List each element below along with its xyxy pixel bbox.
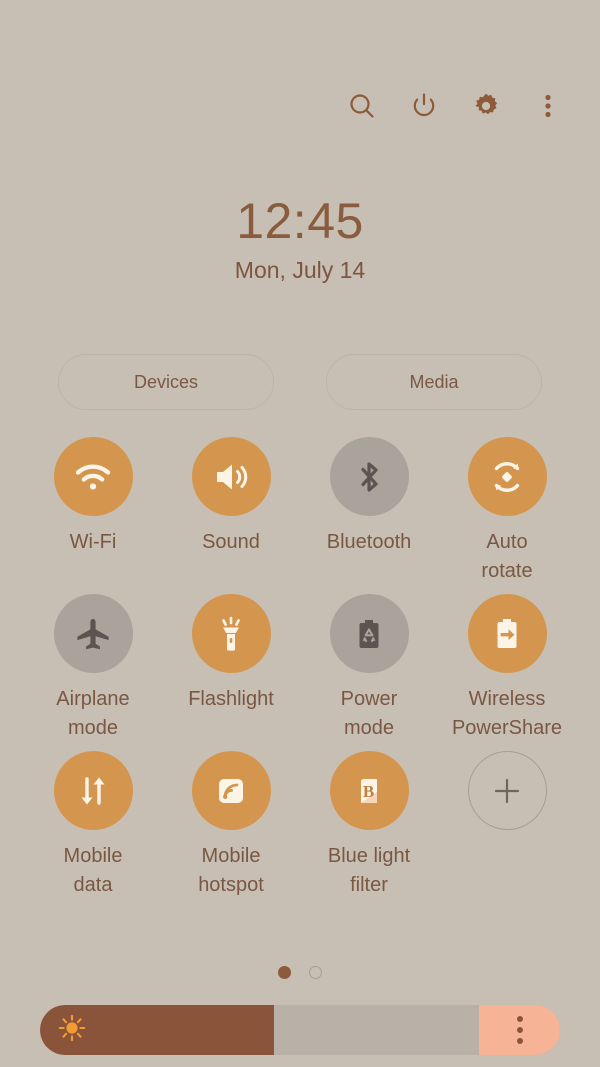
toggle-wireless-powershare[interactable]: Wireless PowerShare bbox=[438, 594, 576, 751]
brightness-slider[interactable] bbox=[40, 1005, 560, 1055]
blue-light-icon: B bbox=[329, 751, 409, 830]
flashlight-icon bbox=[191, 594, 271, 673]
toggle-label: Auto rotate bbox=[481, 531, 533, 582]
top-action-bar bbox=[344, 88, 566, 124]
toggle-mobile-data[interactable]: Mobile data bbox=[24, 751, 162, 908]
page-indicator bbox=[0, 966, 600, 979]
toggle-auto-rotate[interactable]: Auto rotate bbox=[438, 437, 576, 594]
svg-text:B: B bbox=[363, 782, 374, 801]
power-icon[interactable] bbox=[406, 88, 442, 124]
toggle-blue-light-filter[interactable]: B Blue light filter bbox=[300, 751, 438, 908]
more-vertical-icon[interactable] bbox=[530, 88, 566, 124]
toggle-mobile-hotspot[interactable]: Mobile hotspot bbox=[162, 751, 300, 908]
sound-icon bbox=[191, 437, 271, 516]
clock-block[interactable]: 12:45 Mon, July 14 bbox=[0, 193, 600, 283]
toggle-sound[interactable]: Sound bbox=[162, 437, 300, 594]
toggle-label: Mobile hotspot bbox=[198, 845, 264, 896]
toggle-label: Mobile data bbox=[63, 845, 123, 896]
toggle-label: Blue light filter bbox=[327, 845, 411, 896]
brightness-slider-fill[interactable] bbox=[40, 1005, 274, 1055]
toggle-flashlight[interactable]: Flashlight bbox=[162, 594, 300, 751]
brightness-sun-icon bbox=[57, 1013, 87, 1048]
toggle-bluetooth[interactable]: Bluetooth bbox=[300, 437, 438, 594]
search-icon[interactable] bbox=[344, 88, 380, 124]
media-label: Media bbox=[409, 371, 459, 392]
auto-rotate-icon bbox=[467, 437, 547, 516]
toggle-wifi[interactable]: Wi-Fi bbox=[24, 437, 162, 594]
quick-access-pills: Devices Media bbox=[58, 354, 542, 410]
toggle-power-mode[interactable]: Power mode bbox=[300, 594, 438, 751]
toggle-label: Wi-Fi bbox=[69, 531, 117, 553]
hotspot-icon bbox=[191, 751, 271, 830]
devices-label: Devices bbox=[133, 371, 199, 392]
clock-date: Mon, July 14 bbox=[234, 257, 366, 283]
toggle-add-button[interactable] bbox=[438, 751, 576, 908]
more-vertical-icon bbox=[516, 1014, 523, 1047]
power-share-icon bbox=[467, 594, 547, 673]
toggle-label: Flashlight bbox=[188, 688, 274, 710]
page-dot-2[interactable] bbox=[309, 966, 322, 979]
page-dot-1[interactable] bbox=[278, 966, 291, 979]
toggle-label: Sound bbox=[202, 531, 260, 553]
wifi-icon bbox=[53, 437, 133, 516]
media-button[interactable]: Media bbox=[326, 354, 542, 410]
brightness-options-button[interactable] bbox=[479, 1005, 560, 1055]
toggle-label: Airplane mode bbox=[56, 688, 130, 739]
gear-icon[interactable] bbox=[468, 88, 504, 124]
plus-icon bbox=[467, 751, 547, 830]
bluetooth-icon bbox=[329, 437, 409, 516]
mobile-data-icon bbox=[53, 751, 133, 830]
toggle-label: Power mode bbox=[340, 688, 398, 739]
quick-settings-grid: Wi-Fi Sound Bluetooth Auto rotate Airpla… bbox=[24, 437, 576, 908]
toggle-airplane-mode[interactable]: Airplane mode bbox=[24, 594, 162, 751]
toggle-label: Wireless PowerShare bbox=[451, 688, 563, 739]
clock-time: 12:45 bbox=[236, 193, 364, 249]
power-mode-icon bbox=[329, 594, 409, 673]
airplane-icon bbox=[53, 594, 133, 673]
toggle-label: Bluetooth bbox=[326, 531, 412, 553]
devices-button[interactable]: Devices bbox=[58, 354, 274, 410]
